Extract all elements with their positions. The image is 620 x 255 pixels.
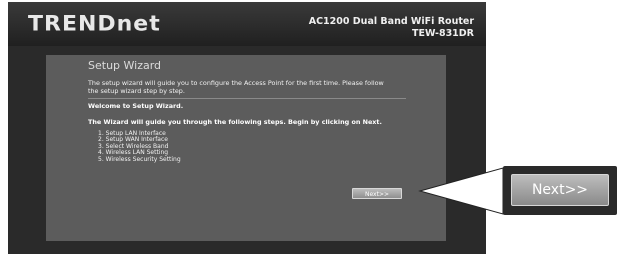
trendnet-logo: TRENDnet bbox=[28, 12, 161, 37]
model-number: TEW-831DR bbox=[412, 28, 474, 39]
intro-line-1: The setup wizard will guide you to confi… bbox=[88, 79, 384, 87]
page-title: Setup Wizard bbox=[88, 59, 162, 72]
setup-wizard-panel: Setup Wizard The setup wizard will guide… bbox=[46, 55, 446, 241]
zoomed-next-callout: Next>> bbox=[503, 166, 617, 215]
divider bbox=[88, 98, 406, 99]
intro-line-2: the setup wizard step by step. bbox=[88, 87, 185, 95]
step-item: 5. Wireless Security Setting bbox=[98, 155, 181, 163]
product-name: AC1200 Dual Band WiFi Router bbox=[308, 16, 474, 27]
zoomed-next-button[interactable]: Next>> bbox=[511, 174, 609, 206]
steps-list: 1. Setup LAN Interface 2. Setup WAN Inte… bbox=[98, 130, 181, 163]
header-bar: TRENDnet AC1200 Dual Band WiFi Router TE… bbox=[8, 2, 486, 46]
router-ui-frame: TRENDnet AC1200 Dual Band WiFi Router TE… bbox=[8, 2, 486, 254]
product-info: AC1200 Dual Band WiFi Router TEW-831DR bbox=[309, 16, 474, 40]
welcome-text: Welcome to Setup Wizard. bbox=[88, 102, 184, 110]
intro-text: The setup wizard will guide you to confi… bbox=[88, 79, 406, 95]
next-button[interactable]: Next>> bbox=[352, 188, 402, 199]
guide-text: The Wizard will guide you through the fo… bbox=[88, 118, 382, 126]
